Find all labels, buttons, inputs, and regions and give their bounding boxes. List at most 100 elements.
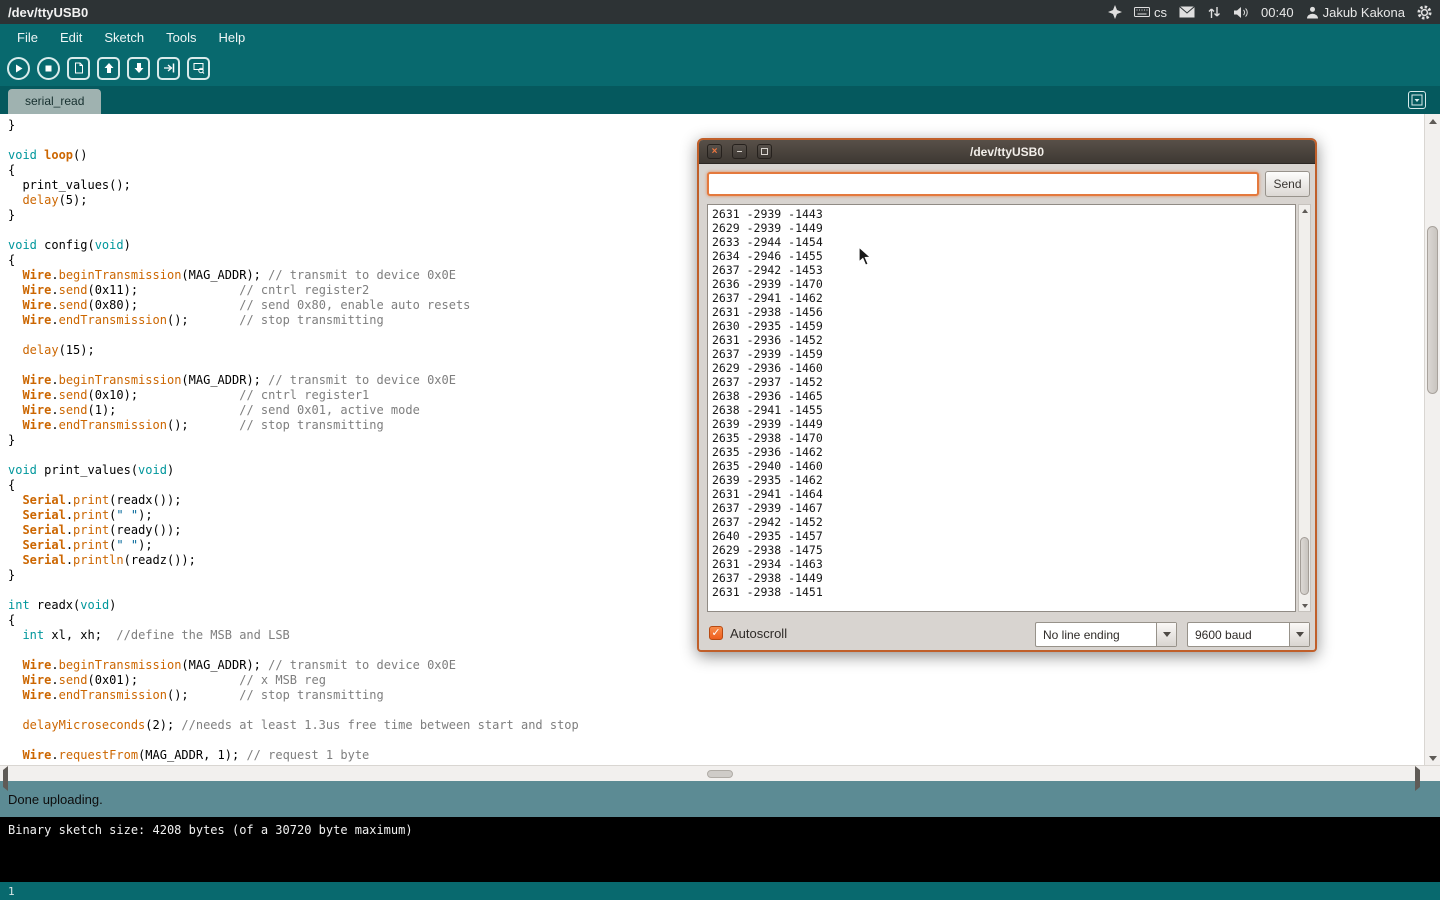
serial-line: 2631 -2941 -1464 (712, 487, 1291, 501)
serial-vertical-scrollbar-thumb[interactable] (1300, 537, 1309, 595)
line-number-bar: 1 (0, 882, 1440, 900)
serial-line: 2637 -2938 -1449 (712, 571, 1291, 585)
serial-line: 2631 -2936 -1452 (712, 333, 1291, 347)
serial-line: 2631 -2938 -1456 (712, 305, 1291, 319)
serial-line: 2638 -2941 -1455 (712, 403, 1291, 417)
serial-monitor-titlebar[interactable]: × – /dev/ttyUSB0 (699, 140, 1315, 164)
serial-line: 2637 -2942 -1452 (712, 515, 1291, 529)
serial-output-text: 2631 -2939 -14432629 -2939 -14492633 -29… (708, 205, 1295, 601)
code-line: } (8, 118, 1420, 133)
send-button[interactable]: Send (1265, 171, 1310, 197)
minimize-button[interactable]: – (732, 144, 747, 159)
serial-monitor-window: × – /dev/ttyUSB0 Send 2631 -2939 -144326… (697, 138, 1317, 652)
tab-serial-read[interactable]: serial_read (8, 89, 101, 114)
autoscroll-checkbox[interactable]: ✓ (709, 626, 723, 640)
serial-line: 2636 -2939 -1470 (712, 277, 1291, 291)
window-controls: × – (707, 144, 772, 159)
serial-scroll-up-button[interactable] (1299, 205, 1310, 216)
tab-menu-icon (1411, 94, 1423, 106)
toolbar (0, 50, 1440, 86)
serial-line: 2631 -2934 -1463 (712, 557, 1291, 571)
maximize-button[interactable] (757, 144, 772, 159)
serial-line: 2631 -2939 -1443 (712, 207, 1291, 221)
code-line: Wire.endTransmission(); // stop transmit… (8, 688, 1420, 703)
user-icon (1306, 6, 1319, 19)
horizontal-scrollbar-grip[interactable] (707, 770, 733, 778)
session-gear-icon[interactable] (1417, 5, 1432, 20)
code-line (8, 733, 1420, 748)
stop-icon (43, 63, 54, 74)
menu-edit[interactable]: Edit (49, 27, 93, 48)
user-menu[interactable]: Jakub Kakona (1306, 5, 1405, 20)
verify-button[interactable] (7, 57, 30, 80)
serial-line: 2637 -2939 -1467 (712, 501, 1291, 515)
code-line: Wire.requestFrom(MAG_ADDR, 1); // reques… (8, 748, 1420, 763)
serial-line: 2637 -2939 -1459 (712, 347, 1291, 361)
serial-line: 2635 -2938 -1470 (712, 431, 1291, 445)
serial-monitor-controls: ✓ Autoscroll No line ending 9600 baud (699, 620, 1315, 648)
code-line: Wire.send(0x01); // x MSB reg (8, 673, 1420, 688)
serial-line: 2637 -2942 -1453 (712, 263, 1291, 277)
mail-indicator-icon[interactable] (1179, 6, 1195, 18)
scroll-left-button[interactable] (3, 770, 8, 788)
serial-line: 2639 -2939 -1449 (712, 417, 1291, 431)
serial-line: 2635 -2936 -1462 (712, 445, 1291, 459)
menu-sketch[interactable]: Sketch (93, 27, 155, 48)
code-line: delayMicroseconds(2); //needs at least 1… (8, 718, 1420, 733)
serial-line: 2630 -2935 -1459 (712, 319, 1291, 333)
scroll-down-button[interactable] (1425, 751, 1440, 765)
keyboard-layout-label: cs (1154, 5, 1167, 20)
serial-output[interactable]: 2631 -2939 -14432629 -2939 -14492633 -29… (707, 204, 1296, 612)
upload-button[interactable] (157, 57, 180, 80)
new-sketch-button[interactable] (67, 57, 90, 80)
save-button[interactable] (127, 57, 150, 80)
baud-rate-value: 9600 baud (1188, 623, 1289, 646)
close-button[interactable]: × (707, 144, 722, 159)
volume-icon[interactable] (1233, 6, 1249, 19)
clock[interactable]: 00:40 (1261, 5, 1294, 20)
tab-menu-button[interactable] (1408, 91, 1426, 109)
code-line (8, 703, 1420, 718)
serial-line: 2638 -2936 -1465 (712, 389, 1291, 403)
editor-vertical-scrollbar-thumb[interactable] (1427, 226, 1438, 394)
serial-line: 2635 -2940 -1460 (712, 459, 1291, 473)
open-button[interactable] (97, 57, 120, 80)
menu-bar: File Edit Sketch Tools Help (0, 24, 1440, 50)
indicator-icon[interactable] (1108, 5, 1122, 19)
serial-vertical-scrollbar (1298, 204, 1311, 612)
serial-line: 2634 -2946 -1455 (712, 249, 1291, 263)
scroll-right-button[interactable] (1415, 770, 1420, 788)
keyboard-layout-indicator[interactable]: cs (1134, 5, 1167, 20)
window-title: /dev/ttyUSB0 (8, 5, 88, 20)
arrow-right-icon (163, 62, 175, 74)
serial-input[interactable] (707, 172, 1259, 196)
system-tray: cs 00:40 Jakub Kakona (1108, 5, 1432, 20)
user-name: Jakub Kakona (1323, 5, 1405, 20)
chevron-down-icon (1289, 623, 1309, 646)
console-text: Binary sketch size: 4208 bytes (of a 307… (8, 823, 413, 837)
system-panel: /dev/ttyUSB0 cs 00:40 Jakub Kakona (0, 0, 1440, 24)
mouse-cursor (858, 246, 872, 272)
stop-button[interactable] (37, 57, 60, 80)
editor-vertical-scrollbar (1424, 114, 1440, 765)
chevron-down-icon (1156, 623, 1176, 646)
network-traffic-icon[interactable] (1207, 6, 1221, 19)
line-ending-dropdown[interactable]: No line ending (1035, 622, 1177, 647)
serial-line: 2633 -2944 -1454 (712, 235, 1291, 249)
serial-line: 2639 -2935 -1462 (712, 473, 1291, 487)
serial-line: 2629 -2938 -1475 (712, 543, 1291, 557)
serial-monitor-button[interactable] (187, 57, 210, 80)
baud-rate-dropdown[interactable]: 9600 baud (1187, 622, 1310, 647)
menu-file[interactable]: File (6, 27, 49, 48)
line-ending-value: No line ending (1036, 623, 1156, 646)
serial-scroll-down-button[interactable] (1299, 600, 1310, 611)
serial-line: 2640 -2935 -1457 (712, 529, 1291, 543)
menu-tools[interactable]: Tools (155, 27, 207, 48)
play-icon (13, 63, 24, 74)
tab-bar: serial_read (0, 86, 1440, 114)
scroll-up-button[interactable] (1425, 114, 1440, 128)
keyboard-icon (1134, 6, 1150, 18)
serial-line: 2629 -2939 -1449 (712, 221, 1291, 235)
serial-line: 2637 -2941 -1462 (712, 291, 1291, 305)
menu-help[interactable]: Help (207, 27, 256, 48)
